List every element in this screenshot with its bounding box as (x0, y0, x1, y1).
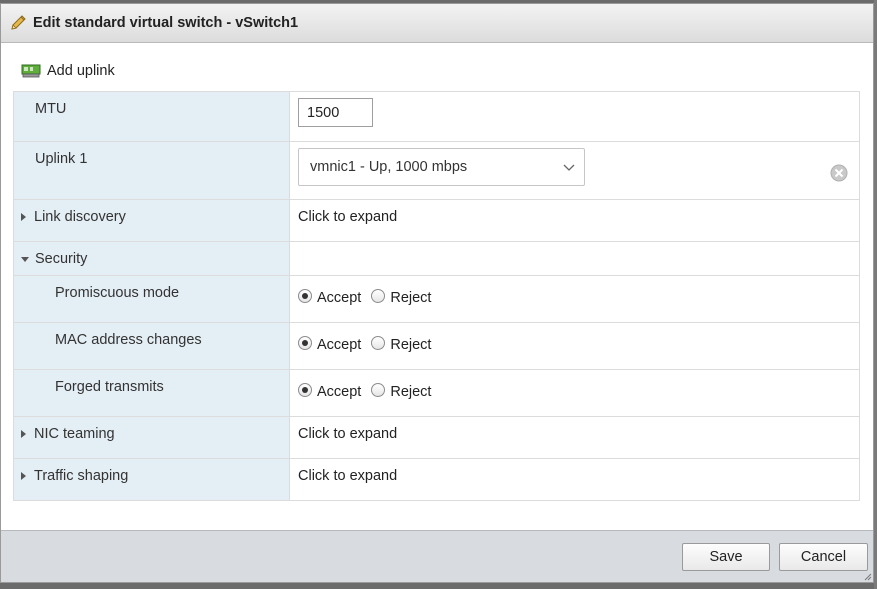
mtu-row: MTU (13, 91, 860, 142)
forged-reject-radio[interactable] (371, 383, 386, 397)
forged-transmits-label-cell: Forged transmits (13, 369, 290, 417)
uplink1-label: Uplink 1 (35, 151, 88, 167)
edit-vswitch-dialog: Edit standard virtual switch - vSwitch1 … (0, 3, 874, 583)
add-uplink-label: Add uplink (47, 62, 115, 79)
link-discovery-label: Link discovery (34, 209, 126, 225)
mtu-input[interactable] (298, 98, 373, 127)
mac-address-changes-row: MAC address changes Accept Reject (13, 322, 860, 370)
promiscuous-mode-label: Promiscuous mode (55, 285, 180, 301)
mac-address-changes-value-cell: Accept Reject (289, 322, 860, 370)
switch-settings-table: MTU Uplink 1 vmnic1 - Up, 1000 mbps (13, 91, 860, 501)
security-value-cell (289, 241, 860, 276)
mtu-label: MTU (35, 101, 67, 117)
network-card-icon (21, 64, 41, 77)
security-label-cell: Security (13, 241, 290, 276)
traffic-shaping-expand-link[interactable]: Click to expand (290, 459, 859, 484)
resize-grip-icon[interactable] (864, 573, 872, 581)
mtu-label-cell: MTU (13, 91, 290, 142)
nic-teaming-expand-link[interactable]: Click to expand (290, 417, 859, 442)
security-toggle[interactable]: Security (14, 242, 289, 267)
save-button[interactable]: Save (682, 543, 770, 571)
collapse-arrow-icon (21, 256, 29, 262)
expand-arrow-icon (21, 430, 26, 438)
forged-reject-label[interactable]: Reject (390, 384, 431, 400)
forged-accept-label[interactable]: Accept (317, 384, 361, 400)
promiscuous-accept-label[interactable]: Accept (317, 290, 361, 306)
forged-accept-radio[interactable] (298, 383, 312, 397)
mac-address-changes-label: MAC address changes (55, 332, 202, 348)
pencil-icon (11, 15, 26, 30)
link-discovery-row: Link discovery Click to expand (13, 199, 860, 242)
uplink1-select[interactable]: vmnic1 - Up, 1000 mbps (298, 148, 585, 186)
cancel-button[interactable]: Cancel (779, 543, 868, 571)
nic-teaming-label-cell: NIC teaming (13, 416, 290, 459)
promiscuous-mode-value-cell: Accept Reject (289, 275, 860, 323)
remove-uplink-icon[interactable] (830, 164, 848, 182)
forged-transmits-row: Forged transmits Accept Reject (13, 369, 860, 417)
link-discovery-label-cell: Link discovery (13, 199, 290, 242)
promiscuous-reject-radio[interactable] (371, 289, 386, 303)
promiscuous-reject-label[interactable]: Reject (390, 290, 431, 306)
mac-changes-accept-label[interactable]: Accept (317, 337, 361, 353)
security-label: Security (35, 251, 88, 267)
expand-arrow-icon (21, 472, 26, 480)
nic-teaming-value-cell: Click to expand (289, 416, 860, 459)
mac-changes-accept-radio[interactable] (298, 336, 312, 350)
nic-teaming-toggle[interactable]: NIC teaming (14, 417, 289, 442)
expand-arrow-icon (21, 213, 26, 221)
dialog-footer: Save Cancel (1, 530, 873, 582)
forged-transmits-label: Forged transmits (55, 379, 164, 395)
link-discovery-toggle[interactable]: Link discovery (14, 200, 289, 225)
promiscuous-mode-row: Promiscuous mode Accept Reject (13, 275, 860, 323)
mac-changes-reject-label[interactable]: Reject (390, 337, 431, 353)
uplink1-selected-value: vmnic1 - Up, 1000 mbps (310, 159, 468, 175)
uplink1-value-cell: vmnic1 - Up, 1000 mbps (289, 141, 860, 200)
mtu-value-cell (289, 91, 860, 142)
link-discovery-expand-link[interactable]: Click to expand (290, 200, 859, 225)
mac-changes-reject-radio[interactable] (371, 336, 386, 350)
forged-transmits-value-cell: Accept Reject (289, 369, 860, 417)
security-row: Security (13, 241, 860, 276)
mac-address-changes-label-cell: MAC address changes (13, 322, 290, 370)
traffic-shaping-row: Traffic shaping Click to expand (13, 458, 860, 501)
add-uplink-button[interactable]: Add uplink (1, 43, 873, 88)
dialog-title: Edit standard virtual switch - vSwitch1 (33, 15, 299, 31)
nic-teaming-row: NIC teaming Click to expand (13, 416, 860, 459)
promiscuous-accept-radio[interactable] (298, 289, 312, 303)
uplink1-row: Uplink 1 vmnic1 - Up, 1000 mbps (13, 141, 860, 200)
traffic-shaping-label-cell: Traffic shaping (13, 458, 290, 501)
dialog-titlebar: Edit standard virtual switch - vSwitch1 (1, 4, 873, 43)
traffic-shaping-value-cell: Click to expand (289, 458, 860, 501)
nic-teaming-label: NIC teaming (34, 426, 115, 442)
traffic-shaping-label: Traffic shaping (34, 468, 129, 484)
promiscuous-mode-label-cell: Promiscuous mode (13, 275, 290, 323)
link-discovery-value-cell: Click to expand (289, 199, 860, 242)
traffic-shaping-toggle[interactable]: Traffic shaping (14, 459, 289, 484)
uplink1-label-cell: Uplink 1 (13, 141, 290, 200)
chevron-down-icon (563, 164, 575, 171)
